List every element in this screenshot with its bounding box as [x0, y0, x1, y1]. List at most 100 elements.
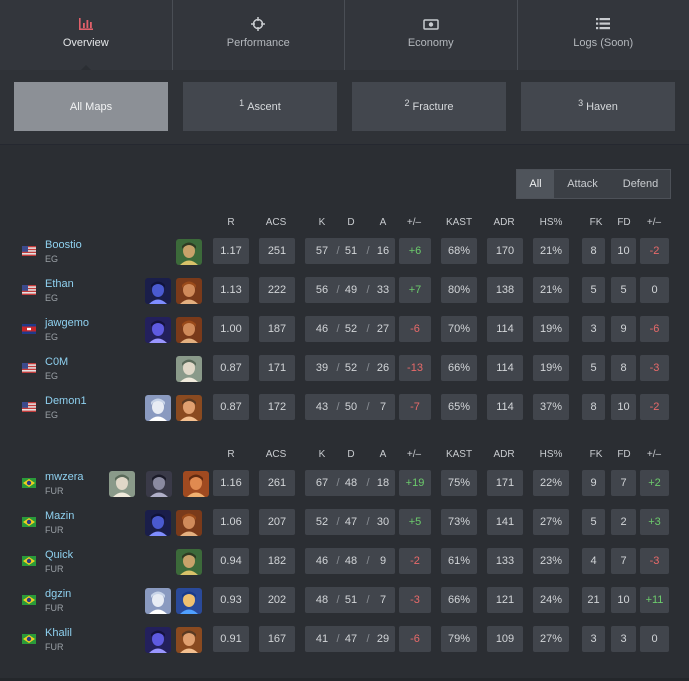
stat-acs: 222: [259, 277, 295, 303]
stat-kills: 46: [315, 323, 329, 335]
stat-deaths: 49: [344, 284, 358, 296]
table-row: Khalil FUR 0.91 167 41/47/29 -6 79% 109 27% 3 3 0: [0, 626, 689, 665]
player-team: FUR: [45, 564, 64, 574]
stat-fk: 8: [582, 394, 605, 420]
filter-attack-button[interactable]: Attack: [554, 170, 611, 198]
kda-separator: /: [366, 477, 370, 489]
agent-breach-icon: [176, 278, 202, 304]
map-tab-ascent[interactable]: 1 Ascent: [183, 82, 337, 131]
stat-kills: 57: [315, 245, 329, 257]
tab-economy[interactable]: Economy: [345, 0, 518, 70]
map-tab-fracture[interactable]: 2 Fracture: [352, 82, 506, 131]
agent-skye-icon: [176, 549, 202, 575]
kda-separator: /: [336, 362, 340, 374]
stat-acs: 182: [259, 548, 295, 574]
stat-adr: 114: [487, 394, 523, 420]
table-row: mwzera FUR 1.16 261 67 / 48 / 18 +19 75% 171 22% 9 7 +2: [0, 470, 689, 509]
column-header-pm: +/–: [406, 449, 422, 460]
stat-fk: 9: [582, 470, 605, 496]
stat-kills: 39: [315, 362, 329, 374]
player-name[interactable]: Quick: [45, 549, 73, 561]
stat-adr: 109: [487, 626, 523, 652]
column-header-acs: ACS: [265, 217, 287, 228]
agent-chamber-icon: [176, 356, 202, 382]
stat-assists: 33: [376, 284, 390, 296]
map-tab-all[interactable]: All Maps: [14, 82, 168, 131]
player-name[interactable]: C0M: [45, 356, 68, 368]
player-name[interactable]: Boostio: [45, 239, 82, 251]
filter-all-button[interactable]: All: [517, 170, 554, 198]
stat-fk: 3: [582, 316, 605, 342]
player-name[interactable]: dgzin: [45, 588, 71, 600]
stat-hs: 19%: [533, 316, 569, 342]
player-name[interactable]: Demon1: [45, 395, 87, 407]
stat-kda: 48 / 51 / 7: [305, 587, 395, 613]
stat-assists: 30: [376, 516, 390, 528]
player-name[interactable]: jawgemo: [45, 317, 89, 329]
stat-kda: 43 / 50 / 7: [305, 394, 395, 420]
stat-rating: 1.00: [213, 316, 249, 342]
column-header-pm: +/–: [406, 217, 422, 228]
filter-defend-button[interactable]: Defend: [611, 170, 670, 198]
player-name[interactable]: mwzera: [45, 471, 84, 483]
stat-deaths: 52: [344, 323, 358, 335]
player-name[interactable]: Khalil: [45, 627, 72, 639]
stat-hs: 24%: [533, 587, 569, 613]
crosshair-icon: [251, 17, 266, 31]
stat-adr: 114: [487, 355, 523, 381]
stat-fk-diff: 0: [640, 626, 669, 652]
stat-kda: 41 / 47 / 29: [305, 626, 395, 652]
stat-kd-diff: -3: [399, 587, 431, 613]
stat-kd-diff: +6: [399, 238, 431, 264]
column-header-d: D: [347, 217, 355, 228]
map-tab-haven[interactable]: 3 Haven: [521, 82, 675, 131]
stat-kills: 48: [315, 594, 329, 606]
column-header-hs: HS%: [539, 449, 563, 460]
tab-performance[interactable]: Performance: [173, 0, 345, 70]
tab-economy-label: Economy: [407, 37, 454, 49]
stat-fk-diff: -2: [640, 238, 669, 264]
kda-separator: /: [336, 633, 340, 645]
stat-kast: 66%: [441, 355, 477, 381]
stat-fk-diff: -2: [640, 394, 669, 420]
stat-deaths: 51: [344, 594, 358, 606]
column-header-fd: FD: [617, 449, 631, 460]
agent-chamber-icon: [109, 471, 135, 497]
stat-kda: 46 / 48 / 9: [305, 548, 395, 574]
kda-separator: /: [366, 555, 370, 567]
player-name[interactable]: Ethan: [45, 278, 74, 290]
map-selector: All Maps 1 Ascent 2 Fracture 3 Haven: [0, 70, 689, 145]
kda-separator: /: [366, 594, 370, 606]
player-name[interactable]: Mazin: [45, 510, 74, 522]
column-header-d: D: [347, 449, 355, 460]
stat-hs: 21%: [533, 277, 569, 303]
kda-separator: /: [366, 284, 370, 296]
player-team: EG: [45, 254, 59, 264]
stat-kd-diff: +5: [399, 509, 431, 535]
tab-logs[interactable]: Logs (Soon): [518, 0, 689, 70]
stat-hs: 19%: [533, 355, 569, 381]
stat-rating: 0.91: [213, 626, 249, 652]
stat-kda: 39 / 52 / 26: [305, 355, 395, 381]
stat-adr: 170: [487, 238, 523, 264]
bar-chart-icon: [78, 18, 93, 30]
tab-overview[interactable]: Overview: [0, 0, 173, 71]
column-header-fd: FD: [617, 217, 631, 228]
stat-assists: 7: [379, 401, 387, 413]
kda-separator: /: [366, 401, 370, 413]
list-icon: [596, 18, 611, 30]
stat-adr: 138: [487, 277, 523, 303]
map-tab-ascent-label: Ascent: [247, 100, 281, 113]
tab-performance-label: Performance: [226, 37, 290, 49]
stat-fk-diff: +11: [640, 587, 669, 613]
column-header-acs: ACS: [265, 449, 287, 460]
table-row: Ethan EG 1.13 222 56/49/33 +7 80% 138 21% 5 5 0: [0, 277, 689, 316]
column-header-fpm: +/–: [646, 449, 662, 460]
stat-kast: 68%: [441, 238, 477, 264]
stat-fk-diff: -3: [640, 355, 669, 381]
stat-adr: 121: [487, 587, 523, 613]
stat-fd: 10: [611, 587, 636, 613]
map-tab-haven-label: Haven: [586, 100, 618, 113]
kda-separator: /: [336, 284, 340, 296]
stat-fk: 5: [582, 277, 605, 303]
